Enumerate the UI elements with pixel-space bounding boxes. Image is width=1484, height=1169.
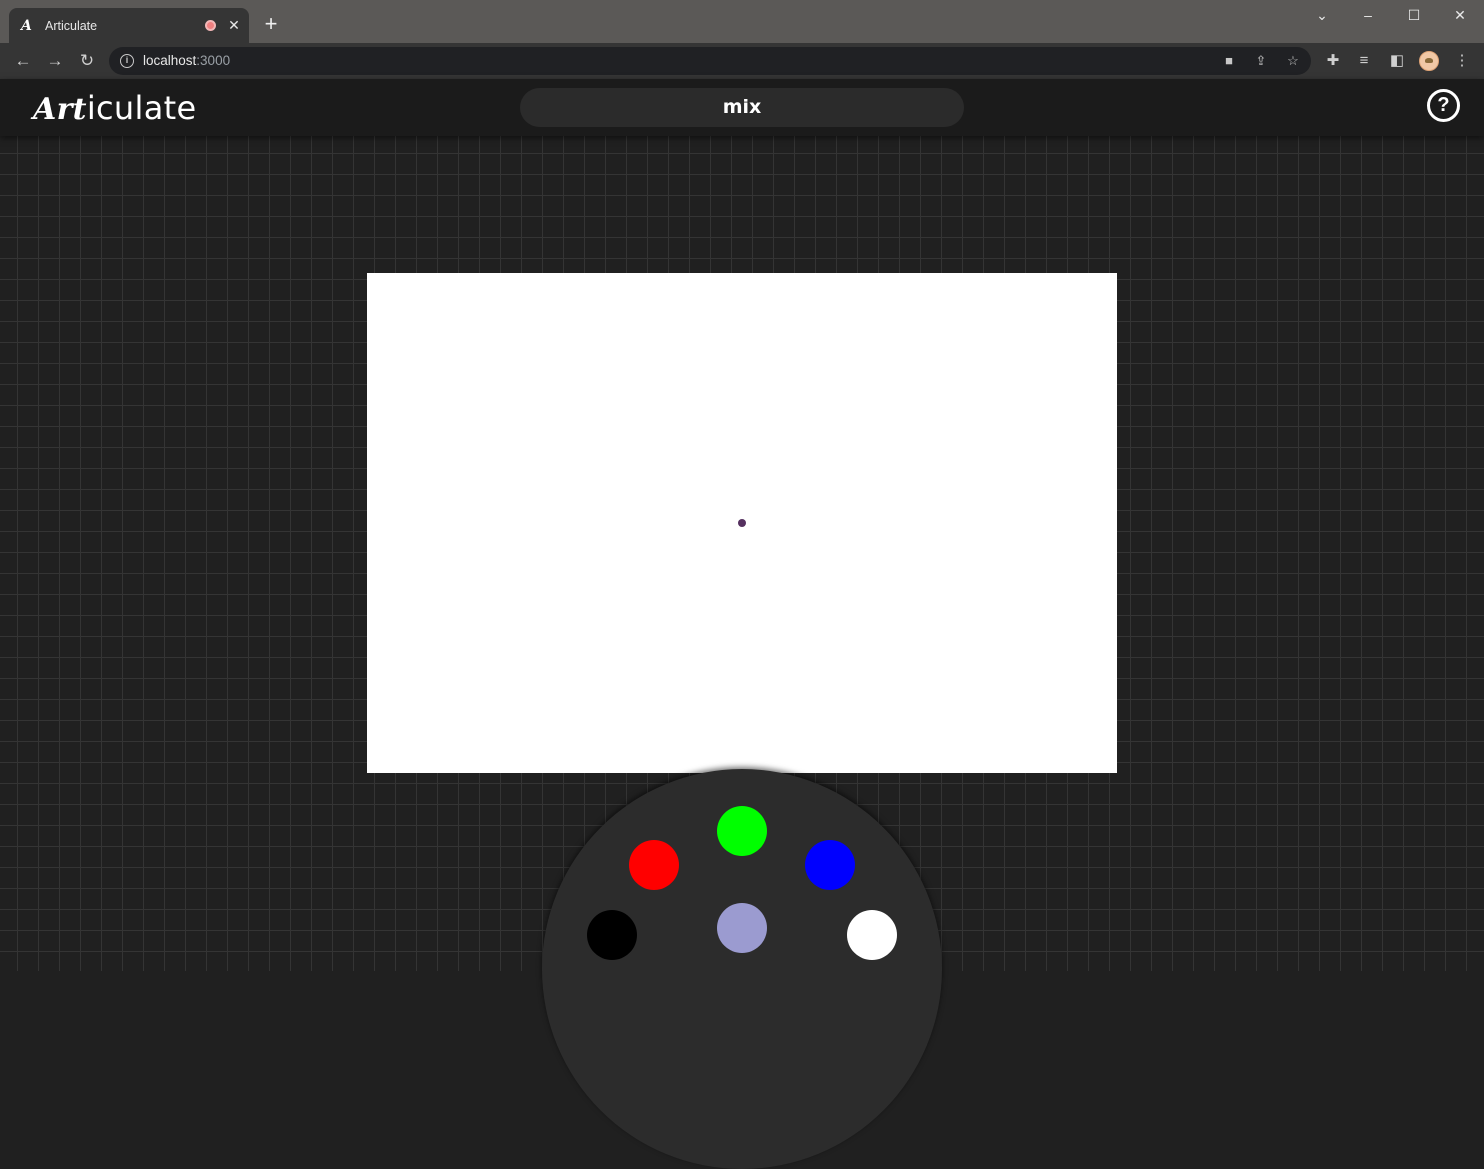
share-icon[interactable]: ⇪ [1252, 52, 1270, 70]
address-url: localhost:3000 [143, 53, 230, 69]
swatch-green[interactable] [717, 806, 767, 856]
camera-icon[interactable]: ■ [1220, 52, 1238, 70]
tab-title: Articulate [45, 19, 98, 33]
prompt-word: mix [520, 88, 964, 127]
bookmark-star-icon[interactable]: ☆ [1284, 52, 1302, 70]
swatch-white[interactable] [847, 910, 897, 960]
address-bar[interactable]: i localhost:3000 ■ ⇪ ☆ [109, 47, 1311, 75]
back-arrow-icon[interactable]: ← [12, 50, 34, 72]
swatch-black[interactable] [587, 910, 637, 960]
drawing-canvas[interactable] [367, 273, 1117, 773]
brush-cursor-dot [738, 519, 746, 527]
logo-rest: iculate [86, 89, 197, 127]
tab-search-chevron-icon[interactable]: ⌄ [1307, 4, 1337, 26]
browser-tab-strip: A Articulate ✕ + ⌄ – ☐ ✕ [0, 0, 1484, 43]
media-queue-icon[interactable]: ≡ [1353, 50, 1375, 72]
browser-toolbar: ← → ↻ i localhost:3000 ■ ⇪ ☆ ✚ ≡ ◧ ⋮ [0, 43, 1484, 79]
maximize-icon[interactable]: ☐ [1399, 4, 1429, 26]
tab-close-icon[interactable]: ✕ [227, 15, 241, 35]
minimize-icon[interactable]: – [1353, 4, 1383, 26]
browser-menu-icon[interactable]: ⋮ [1451, 50, 1473, 72]
url-host: localhost [143, 53, 197, 68]
swatch-mix[interactable] [717, 903, 767, 953]
url-port: :3000 [196, 53, 231, 68]
reload-icon[interactable]: ↻ [76, 50, 98, 72]
recording-indicator-icon [205, 20, 216, 31]
app-header: Articulate mix ? [0, 79, 1484, 136]
tab-favicon-icon: A [21, 18, 32, 34]
browser-tab[interactable]: A Articulate ✕ [9, 8, 249, 43]
logo-art: Art [33, 92, 87, 127]
drawing-stage [0, 136, 1484, 1169]
articulate-logo[interactable]: Articulate [33, 88, 196, 128]
help-icon[interactable]: ? [1427, 89, 1460, 122]
side-panel-icon[interactable]: ◧ [1386, 50, 1408, 72]
swatch-blue[interactable] [805, 840, 855, 890]
extensions-puzzle-icon[interactable]: ✚ [1322, 50, 1344, 72]
window-close-icon[interactable]: ✕ [1445, 4, 1475, 26]
forward-arrow-icon[interactable]: → [44, 50, 66, 72]
profile-avatar[interactable] [1419, 51, 1439, 71]
new-tab-button[interactable]: + [261, 13, 281, 35]
color-palette [542, 769, 942, 1169]
site-info-icon[interactable]: i [120, 54, 134, 68]
swatch-red[interactable] [629, 840, 679, 890]
